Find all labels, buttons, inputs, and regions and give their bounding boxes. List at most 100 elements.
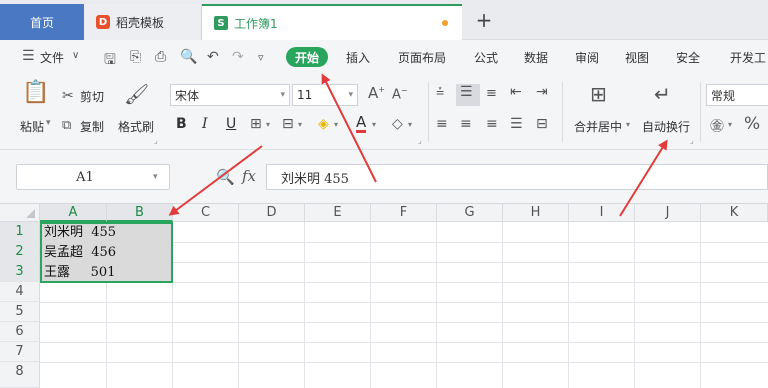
currency-dropdown-icon[interactable]: ▾ bbox=[728, 120, 732, 129]
percent-button[interactable]: % bbox=[744, 114, 760, 134]
tab-template[interactable]: D 稻壳模板 bbox=[84, 4, 202, 40]
column-header-i[interactable]: I bbox=[569, 204, 635, 222]
menu-review[interactable]: 审阅 bbox=[575, 49, 599, 66]
column-header-h[interactable]: H bbox=[503, 204, 569, 222]
menu-view[interactable]: 视图 bbox=[625, 49, 649, 66]
name-box-dropdown-icon[interactable]: ▾ bbox=[153, 172, 169, 182]
increase-font-icon[interactable]: A+ bbox=[368, 84, 385, 102]
increase-indent-icon[interactable]: ⇥ bbox=[536, 84, 548, 100]
menu-security[interactable]: 安全 bbox=[676, 49, 700, 66]
align-right-icon[interactable]: ≡ bbox=[486, 116, 498, 132]
menu-file[interactable]: 文件 bbox=[40, 49, 64, 66]
font-color-icon[interactable]: A bbox=[356, 114, 367, 133]
clear-format-dropdown-icon[interactable]: ▾ bbox=[408, 120, 412, 129]
zoom-search-icon[interactable]: 🔍 bbox=[216, 168, 235, 186]
cell-style-dropdown-icon[interactable]: ▾ bbox=[298, 120, 302, 129]
cell-a2[interactable]: 吴孟超 456 bbox=[44, 243, 116, 263]
cell-a3[interactable]: 王露 501 bbox=[44, 263, 115, 283]
column-header-f[interactable]: F bbox=[371, 204, 437, 222]
menu-developer[interactable]: 开发工 bbox=[730, 49, 766, 66]
column-header-d[interactable]: D bbox=[239, 204, 305, 222]
border-dropdown-icon[interactable]: ▾ bbox=[266, 120, 270, 129]
distributed-align-icon[interactable]: ⊟ bbox=[536, 116, 548, 132]
row-header-7[interactable]: 7 bbox=[0, 342, 40, 362]
tab-home[interactable]: 首页 bbox=[0, 4, 84, 40]
copy-button[interactable]: 复制 bbox=[80, 118, 104, 135]
redo-icon[interactable]: ↷ bbox=[232, 49, 244, 65]
menu-formula[interactable]: 公式 bbox=[474, 49, 498, 66]
format-painter-button[interactable]: 格式刷 bbox=[118, 118, 154, 135]
fx-icon[interactable]: fx bbox=[242, 167, 256, 185]
border-icon[interactable]: ⊞ bbox=[250, 116, 262, 132]
formula-input[interactable]: 刘米明 455 bbox=[266, 164, 768, 190]
cut-button[interactable]: 剪切 bbox=[80, 88, 104, 105]
chevron-down-icon[interactable]: ∨ bbox=[72, 50, 79, 61]
save-icon[interactable]: 🖫 bbox=[104, 49, 116, 73]
clear-format-icon[interactable]: ◇ bbox=[392, 116, 403, 132]
column-header-c[interactable]: C bbox=[173, 204, 239, 222]
copy-icon[interactable]: ⧉ bbox=[62, 118, 71, 133]
spreadsheet-grid: A B C D E F G H I J K 1 2 3 4 5 6 7 8 刘米… bbox=[0, 204, 768, 388]
fill-color-dropdown-icon[interactable]: ▾ bbox=[334, 120, 338, 129]
decrease-indent-icon[interactable]: ⇤ bbox=[510, 84, 522, 100]
menu-start[interactable]: 开始 bbox=[286, 47, 328, 67]
column-header-a[interactable]: A bbox=[40, 204, 107, 222]
column-header-k[interactable]: K bbox=[701, 204, 768, 222]
align-middle-icon[interactable]: ☰ bbox=[460, 84, 473, 100]
print-icon[interactable]: ⎙ bbox=[155, 49, 166, 65]
paste-dropdown-icon[interactable]: ▾ bbox=[46, 118, 51, 128]
fill-color-icon[interactable]: ◈ bbox=[318, 116, 329, 132]
cell-a1[interactable]: 刘米明 455 bbox=[44, 223, 116, 243]
row-header-3[interactable]: 3 bbox=[0, 262, 40, 282]
menu-data[interactable]: 数据 bbox=[524, 49, 548, 66]
align-bottom-icon[interactable]: ≡ bbox=[486, 86, 497, 101]
row-header-8[interactable]: 8 bbox=[0, 362, 40, 388]
column-header-b[interactable]: B bbox=[107, 204, 173, 222]
merge-center-button[interactable]: 合并居中 bbox=[574, 118, 622, 135]
align-center-icon[interactable]: ≡ bbox=[460, 116, 472, 132]
print-preview-icon[interactable]: 🔍 bbox=[180, 49, 197, 65]
scissors-icon[interactable]: ✂ bbox=[62, 88, 74, 104]
export-pdf-icon[interactable]: ⎘ bbox=[130, 49, 141, 65]
column-header-g[interactable]: G bbox=[437, 204, 503, 222]
row-header-6[interactable]: 6 bbox=[0, 322, 40, 342]
decrease-font-icon[interactable]: A− bbox=[392, 86, 408, 102]
quick-access-dropdown-icon[interactable]: ▿ bbox=[258, 51, 264, 64]
name-box[interactable]: A1 ▾ bbox=[16, 164, 170, 190]
currency-icon[interactable]: ㊎ bbox=[710, 116, 724, 136]
row-header-1[interactable]: 1 bbox=[0, 222, 40, 242]
row-header-4[interactable]: 4 bbox=[0, 282, 40, 302]
row-header-2[interactable]: 2 bbox=[0, 242, 40, 262]
merge-center-icon[interactable]: ⊞ bbox=[590, 82, 607, 106]
cell-style-icon[interactable]: ⊟ bbox=[282, 116, 294, 132]
paste-icon[interactable]: 📋 bbox=[22, 80, 49, 105]
undo-icon[interactable]: ↶ bbox=[207, 49, 219, 65]
font-size-select[interactable]: 11 ▾ bbox=[292, 84, 358, 106]
font-color-dropdown-icon[interactable]: ▾ bbox=[372, 120, 376, 129]
tab-workbook[interactable]: S 工作簿1 bbox=[202, 4, 462, 40]
align-left-icon[interactable]: ≡ bbox=[436, 116, 448, 132]
clipboard-expand-icon[interactable]: ⌟ bbox=[154, 136, 158, 145]
wrap-text-button[interactable]: 自动换行 bbox=[642, 118, 690, 135]
new-tab-button[interactable]: + bbox=[470, 2, 498, 38]
wrap-text-icon[interactable]: ↵ bbox=[654, 82, 671, 106]
hamburger-menu-icon[interactable]: ☰ bbox=[22, 48, 35, 64]
column-header-j[interactable]: J bbox=[635, 204, 701, 222]
merge-dropdown-icon[interactable]: ▾ bbox=[626, 120, 630, 129]
alignment-expand-icon[interactable]: ⌟ bbox=[690, 136, 694, 145]
format-painter-icon[interactable]: 🖌 bbox=[124, 82, 149, 106]
select-all-corner[interactable] bbox=[0, 204, 40, 222]
menu-insert[interactable]: 插入 bbox=[346, 49, 370, 66]
justify-icon[interactable]: ☰ bbox=[510, 116, 523, 132]
align-top-icon[interactable]: ⩮ bbox=[436, 84, 444, 100]
underline-button[interactable]: U bbox=[226, 116, 236, 132]
bold-button[interactable]: B bbox=[176, 116, 187, 132]
number-format-select[interactable]: 常规 bbox=[706, 84, 768, 106]
paste-button[interactable]: 粘贴 bbox=[20, 118, 44, 135]
column-header-e[interactable]: E bbox=[305, 204, 371, 222]
font-expand-icon[interactable]: ⌟ bbox=[418, 136, 422, 145]
font-name-select[interactable]: 宋体 ▾ bbox=[170, 84, 290, 106]
italic-button[interactable]: I bbox=[202, 116, 208, 132]
menu-page-layout[interactable]: 页面布局 bbox=[398, 49, 446, 66]
row-header-5[interactable]: 5 bbox=[0, 302, 40, 322]
